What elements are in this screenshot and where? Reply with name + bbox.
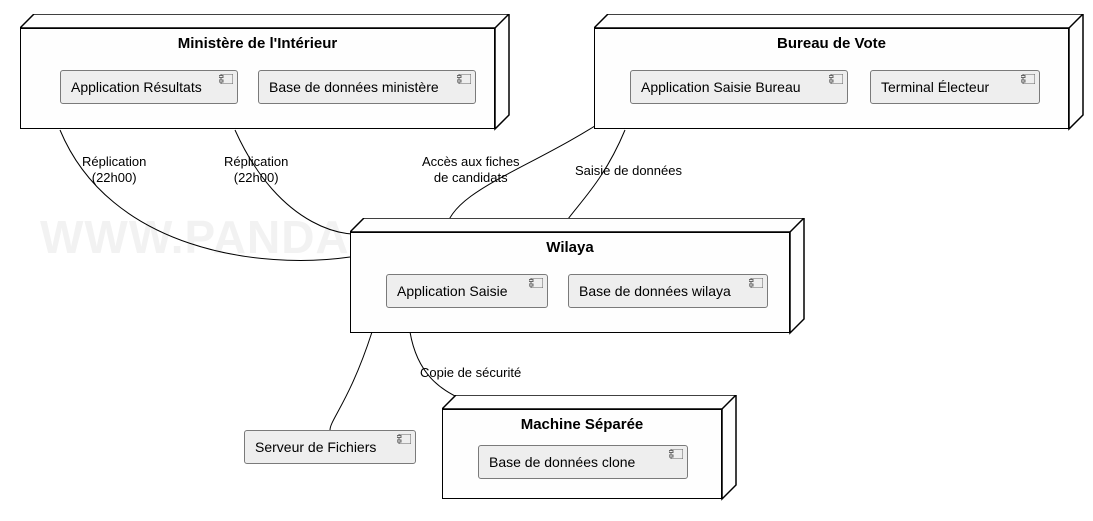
component-icon	[749, 278, 763, 288]
component-icon	[397, 434, 411, 444]
component-icon	[219, 74, 233, 84]
component-icon	[529, 278, 543, 288]
node-machine-separee: Machine Séparée Base de données clone	[442, 395, 722, 499]
component-serveur-fichiers-label: Serveur de Fichiers	[255, 439, 376, 455]
node-bureau: Bureau de Vote Application Saisie Bureau…	[594, 14, 1069, 129]
component-db-wilaya: Base de données wilaya	[568, 274, 768, 308]
component-terminal-electeur-label: Terminal Électeur	[881, 79, 989, 95]
component-db-clone-label: Base de données clone	[489, 454, 635, 470]
component-app-saisie-bureau: Application Saisie Bureau	[630, 70, 848, 104]
edge-label-copie-securite: Copie de sécurité	[420, 365, 521, 381]
node-wilaya-title: Wilaya	[351, 233, 789, 256]
edge-label-saisie-donnees: Saisie de données	[575, 163, 682, 179]
node-ministere-title: Ministère de l'Intérieur	[21, 29, 494, 52]
component-icon	[1021, 74, 1035, 84]
component-db-ministere-label: Base de données ministère	[269, 79, 439, 95]
component-serveur-fichiers: Serveur de Fichiers	[244, 430, 416, 464]
edge-label-replication-2: Réplication(22h00)	[224, 154, 288, 187]
component-app-saisie-bureau-label: Application Saisie Bureau	[641, 79, 801, 95]
component-app-resultats-label: Application Résultats	[71, 79, 202, 95]
node-wilaya: Wilaya Application Saisie Base de donnée…	[350, 218, 790, 333]
node-bureau-title: Bureau de Vote	[595, 29, 1068, 52]
node-machine-separee-title: Machine Séparée	[443, 410, 721, 433]
component-icon	[457, 74, 471, 84]
edge-label-replication-1: Réplication(22h00)	[82, 154, 146, 187]
component-icon	[829, 74, 843, 84]
component-app-saisie: Application Saisie	[386, 274, 548, 308]
component-db-clone: Base de données clone	[478, 445, 688, 479]
component-app-resultats: Application Résultats	[60, 70, 238, 104]
component-db-wilaya-label: Base de données wilaya	[579, 283, 731, 299]
node-ministere: Ministère de l'Intérieur Application Rés…	[20, 14, 495, 129]
component-app-saisie-label: Application Saisie	[397, 283, 508, 299]
edge-label-acces-fiches: Accès aux fichesde candidats	[422, 154, 520, 187]
component-icon	[669, 449, 683, 459]
component-db-ministere: Base de données ministère	[258, 70, 476, 104]
component-terminal-electeur: Terminal Électeur	[870, 70, 1040, 104]
